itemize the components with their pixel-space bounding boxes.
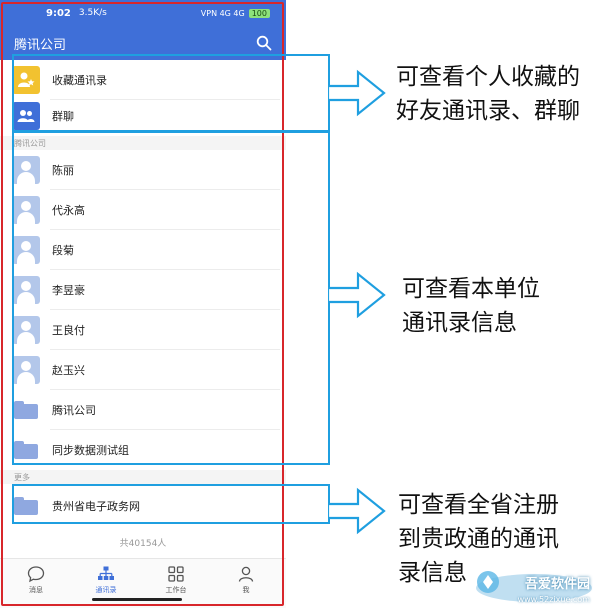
folder-icon [14, 401, 38, 419]
department-name: 贵州省电子政务网 [52, 500, 140, 513]
avatar [12, 276, 40, 304]
arrow-icon [328, 271, 386, 319]
contact-name: 王良付 [52, 324, 85, 337]
nav-label: 消息 [29, 586, 43, 594]
org-chart-icon [98, 566, 114, 580]
home-indicator [92, 598, 182, 601]
folder-icon [14, 441, 38, 459]
status-time: 9:02 [46, 7, 71, 19]
nav-label: 工作台 [165, 586, 187, 594]
battery-icon: 100 [248, 8, 270, 18]
nav-label: 通讯录 [95, 586, 117, 594]
contact-row[interactable]: 李昱豪 [0, 270, 286, 310]
watermark-url: www.52zixue.com [517, 595, 590, 604]
nav-messages[interactable]: 消息 [16, 565, 56, 605]
contact-row[interactable]: 段菊 [0, 230, 286, 270]
avatar [12, 316, 40, 344]
signal-indicator: VPN 4G 4G [200, 8, 245, 18]
nav-me[interactable]: 我 [226, 565, 266, 605]
total-count: 共40154人 [119, 539, 167, 549]
group-icon [12, 102, 40, 130]
nav-label: 我 [242, 586, 250, 594]
status-icons: VPN 4G 4G 100 [200, 8, 270, 18]
avatar [12, 196, 40, 224]
arrow-icon [328, 69, 386, 117]
folder-icon [14, 497, 38, 515]
department-row[interactable]: 贵州省电子政务网 [0, 486, 286, 526]
status-bar: 9:02 3.5K/s VPN 4G 4G 100 [0, 0, 286, 26]
annotation-province-line3: 录信息 [398, 560, 467, 586]
contact-row[interactable]: 赵玉兴 [0, 350, 286, 390]
page-title: 腾讯公司 [14, 37, 67, 53]
person-icon [238, 566, 254, 582]
group-chat-row[interactable]: 群聊 [0, 96, 286, 136]
contact-row[interactable]: 王良付 [0, 310, 286, 350]
contact-row[interactable]: 代永高 [0, 190, 286, 230]
department-row[interactable]: 腾讯公司 [0, 390, 286, 430]
contact-row[interactable]: 陈丽 [0, 150, 286, 190]
department-name: 同步数据测试组 [52, 444, 129, 457]
avatar [12, 356, 40, 384]
chat-icon [27, 566, 45, 583]
contact-name: 赵玉兴 [52, 364, 85, 377]
contact-name: 陈丽 [52, 164, 74, 177]
section-label-more: 更多 [14, 473, 30, 482]
phone-screen: 9:02 3.5K/s VPN 4G 4G 100 腾讯公司 收藏通讯录 群聊 … [0, 0, 286, 608]
department-name: 腾讯公司 [52, 404, 96, 417]
avatar [12, 156, 40, 184]
annotation-province-line1: 可查看全省注册 [398, 492, 559, 518]
watermark-brand: 吾爱软件园 [524, 577, 590, 592]
group-chat-label: 群聊 [52, 110, 74, 123]
app-header: 腾讯公司 [0, 26, 286, 60]
search-icon[interactable] [256, 35, 272, 51]
annotation-favorites-line1: 可查看个人收藏的 [396, 64, 580, 90]
section-header-more [0, 470, 286, 484]
grid-icon [168, 566, 184, 582]
star-user-icon [12, 66, 40, 94]
annotation-province-line2: 到贵政通的通讯 [398, 526, 559, 552]
status-speed: 3.5K/s [78, 8, 107, 18]
contact-name: 段菊 [52, 244, 74, 257]
annotation-company-line2: 通讯录信息 [402, 310, 517, 336]
avatar [12, 236, 40, 264]
favorites-label: 收藏通讯录 [52, 74, 107, 87]
section-label-company: 腾讯公司 [14, 139, 46, 148]
contact-name: 代永高 [52, 204, 85, 217]
annotation-company-line1: 可查看本单位 [402, 276, 540, 302]
annotation-favorites-line2: 好友通讯录、群聊 [396, 98, 580, 124]
favorites-row[interactable]: 收藏通讯录 [0, 60, 286, 100]
contact-name: 李昱豪 [52, 284, 85, 297]
department-row[interactable]: 同步数据测试组 [0, 430, 286, 470]
arrow-icon [328, 487, 386, 535]
